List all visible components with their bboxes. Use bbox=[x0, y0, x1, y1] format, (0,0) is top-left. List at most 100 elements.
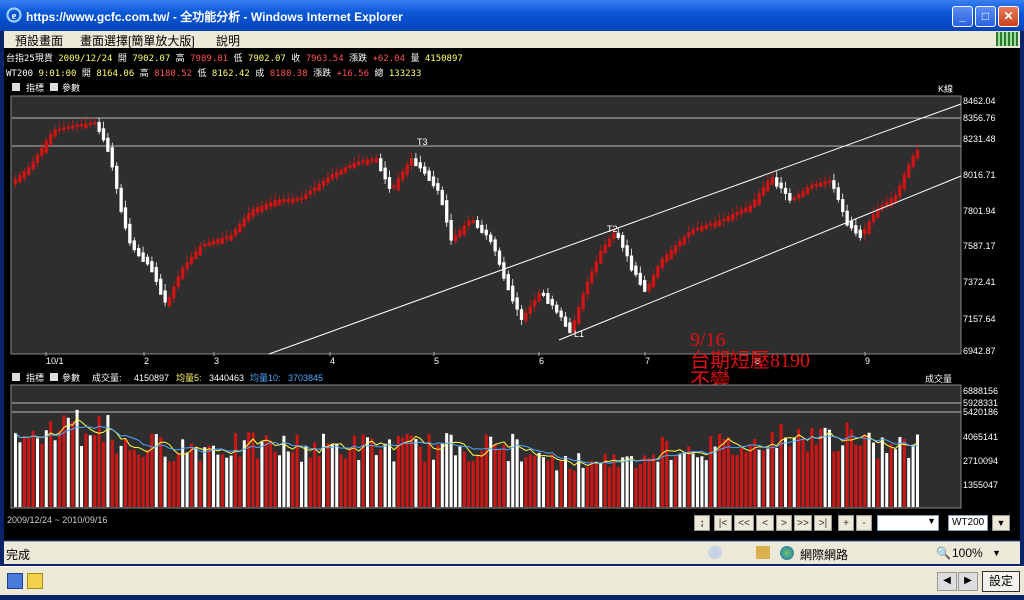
low-label: 低 bbox=[233, 54, 243, 64]
maximize-button[interactable]: □ bbox=[975, 6, 996, 27]
candle-body bbox=[304, 194, 308, 199]
volume-bar bbox=[704, 460, 708, 507]
candle-body bbox=[836, 187, 840, 200]
open-value: 7902.07 bbox=[132, 54, 171, 64]
param-icon[interactable] bbox=[50, 83, 58, 91]
candle-body bbox=[295, 198, 299, 202]
candle-body bbox=[713, 221, 717, 228]
candle-body bbox=[326, 177, 330, 183]
close-label: 收 bbox=[291, 54, 301, 64]
folder-icon[interactable] bbox=[27, 573, 43, 589]
candle-body bbox=[506, 273, 510, 291]
candle-body bbox=[453, 235, 458, 242]
nav-button[interactable]: < bbox=[756, 515, 774, 531]
volume-bar bbox=[339, 454, 343, 507]
volume-bar bbox=[850, 429, 853, 507]
nav-button[interactable]: >| bbox=[814, 515, 832, 531]
volume-bar bbox=[418, 446, 422, 507]
volume-bar bbox=[405, 433, 409, 507]
candle-body bbox=[647, 283, 651, 291]
candle-body bbox=[731, 214, 735, 221]
candle-body bbox=[907, 164, 911, 178]
candle-body bbox=[709, 223, 713, 226]
change-value: +16.56 bbox=[336, 69, 370, 79]
candle-body bbox=[797, 194, 801, 199]
close-value: 8180.38 bbox=[269, 69, 308, 79]
volume-bar bbox=[330, 443, 334, 507]
candle-body bbox=[489, 234, 493, 243]
volume-bar bbox=[511, 433, 515, 507]
candle-body bbox=[427, 170, 431, 181]
close-label: 成 bbox=[255, 69, 265, 79]
zoom-icon[interactable]: 🔍 bbox=[936, 546, 951, 560]
nav-button[interactable]: >> bbox=[794, 515, 812, 531]
volume-bar bbox=[823, 427, 827, 507]
candle-body bbox=[832, 180, 836, 189]
volume-bar bbox=[533, 455, 537, 507]
volume-bar bbox=[53, 440, 57, 507]
window-icon[interactable] bbox=[7, 573, 23, 589]
candle-body bbox=[291, 198, 295, 203]
volume-bar bbox=[317, 456, 321, 507]
privacy-icon[interactable] bbox=[708, 546, 722, 559]
security-icon[interactable] bbox=[756, 546, 770, 559]
symbol-input[interactable]: WT200 bbox=[948, 515, 988, 531]
price-param-label[interactable]: 參數 bbox=[62, 82, 80, 93]
candle-body bbox=[119, 187, 123, 212]
settings-button[interactable]: 設定 bbox=[982, 571, 1020, 592]
candle-body bbox=[568, 322, 572, 334]
candle-body bbox=[335, 171, 339, 178]
price-tick-label: 7372.41 bbox=[963, 277, 996, 287]
volume-param-label[interactable]: 參數 bbox=[62, 372, 80, 383]
volume-bar bbox=[801, 437, 805, 507]
candle-body bbox=[801, 190, 805, 197]
nav-button[interactable]: << bbox=[734, 515, 754, 531]
volume-bar bbox=[792, 437, 796, 507]
indicator-icon[interactable] bbox=[12, 83, 20, 91]
zoom-level[interactable]: 100% bbox=[952, 546, 983, 560]
symbol-dropdown[interactable]: ▼ bbox=[992, 515, 1010, 531]
back-arrow-icon[interactable]: ◀ bbox=[937, 572, 957, 591]
candle-body bbox=[497, 250, 502, 265]
nav-button[interactable]: + bbox=[838, 515, 854, 531]
candle-body bbox=[563, 316, 568, 327]
candle-body bbox=[379, 158, 383, 172]
nav-button[interactable]: |< bbox=[714, 515, 732, 531]
zoom-dropdown-icon[interactable]: ▼ bbox=[992, 548, 1001, 558]
price-tick-label: 8462.04 bbox=[963, 96, 996, 106]
volume-indicator-label[interactable]: 指標 bbox=[26, 372, 44, 383]
volume-bar bbox=[423, 461, 427, 507]
volume-bar bbox=[471, 460, 475, 507]
volume-bar bbox=[264, 435, 268, 507]
menu-default-view[interactable]: 預設畫面 bbox=[15, 32, 63, 49]
candle-body bbox=[387, 177, 392, 189]
volume-bar bbox=[414, 438, 418, 507]
indicator-icon[interactable] bbox=[12, 373, 20, 381]
param-icon[interactable] bbox=[50, 373, 58, 381]
candle-body bbox=[75, 124, 79, 128]
period-select[interactable]: ▼ bbox=[877, 515, 939, 531]
volume-bar bbox=[58, 430, 61, 507]
price-indicator-label[interactable]: 指標 bbox=[26, 82, 44, 93]
minimize-button[interactable]: _ bbox=[952, 6, 973, 27]
volume-bar bbox=[370, 438, 374, 507]
menu-view-select[interactable]: 畫面選擇[簡單放大版] bbox=[80, 32, 195, 49]
volume-bar bbox=[867, 432, 871, 507]
change-value: +62.04 bbox=[372, 54, 406, 64]
nav-button[interactable]: > bbox=[776, 515, 792, 531]
nav-button[interactable]: ↨ bbox=[694, 515, 710, 531]
candle-body bbox=[365, 159, 370, 166]
menu-help[interactable]: 說明 bbox=[216, 32, 240, 49]
volume-bar bbox=[242, 440, 246, 507]
candle-body bbox=[629, 255, 634, 271]
volume-bar bbox=[810, 428, 814, 507]
forward-arrow-icon[interactable]: ▶ bbox=[958, 572, 978, 591]
close-button[interactable]: ✕ bbox=[998, 6, 1019, 27]
volume-bar bbox=[172, 461, 176, 507]
volume-bar bbox=[357, 459, 361, 507]
quote-row-1: 台指25現貨 2009/12/24 開 7902.07 高 7989.81 低 … bbox=[6, 51, 463, 64]
high-value: 7989.81 bbox=[190, 54, 229, 64]
candle-body bbox=[330, 174, 334, 180]
nav-button[interactable]: - bbox=[856, 515, 872, 531]
volume-bar bbox=[709, 436, 713, 507]
